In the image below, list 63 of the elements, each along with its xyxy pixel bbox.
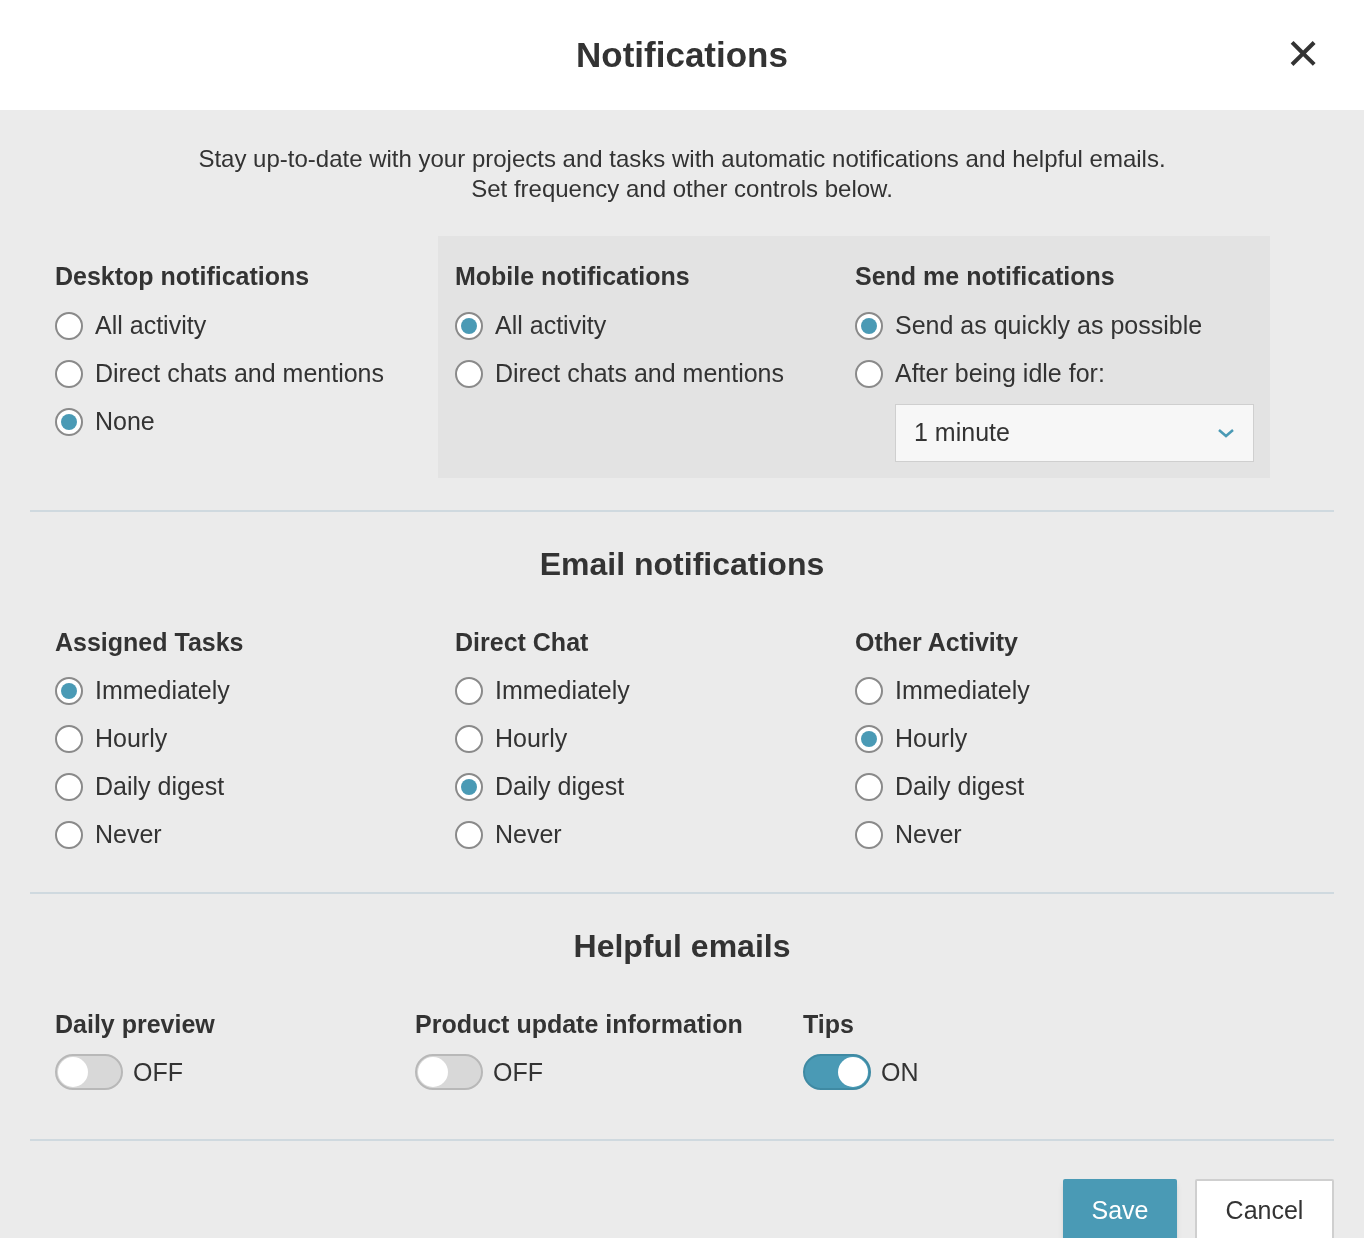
toggle-heading: Tips xyxy=(803,1009,855,1040)
radio-button[interactable] xyxy=(455,311,483,340)
cancel-button[interactable]: Cancel xyxy=(1195,1179,1334,1238)
group-heading: Mobile notifications xyxy=(455,261,691,292)
radio-button[interactable] xyxy=(455,725,483,753)
radio-button[interactable] xyxy=(55,821,83,849)
option-label[interactable]: All activity xyxy=(495,306,607,345)
radio-button[interactable] xyxy=(855,359,883,388)
option-label[interactable]: Direct chats and mentions xyxy=(95,354,385,393)
radio-button[interactable] xyxy=(455,359,483,388)
option-label[interactable]: Direct chats and mentions xyxy=(495,354,785,393)
radio-button[interactable] xyxy=(455,773,483,801)
option-label[interactable]: Hourly xyxy=(495,720,568,758)
toggle-state-label: OFF xyxy=(133,1056,183,1088)
radio-button[interactable] xyxy=(855,677,883,705)
option-label[interactable]: Never xyxy=(95,816,162,854)
radio-button[interactable] xyxy=(55,311,83,340)
radio-button[interactable] xyxy=(55,725,83,753)
close-button[interactable]: × xyxy=(1282,22,1324,84)
option-label[interactable]: Immediately xyxy=(895,672,1030,710)
toggle-switch[interactable] xyxy=(415,1054,483,1091)
toggle-switch[interactable] xyxy=(803,1054,871,1091)
toggle-switch[interactable] xyxy=(55,1054,123,1091)
option-label[interactable]: Never xyxy=(895,816,962,854)
radio-button[interactable] xyxy=(455,821,483,849)
toggle-state-label: ON xyxy=(881,1056,919,1088)
option-label[interactable]: None xyxy=(95,402,155,441)
toggle-heading: Daily preview xyxy=(55,1009,216,1040)
option-label[interactable]: Hourly xyxy=(895,720,968,758)
option-label[interactable]: All activity xyxy=(95,306,207,345)
option-label[interactable]: Send as quickly as possible xyxy=(895,306,1203,345)
option-label[interactable]: After being idle for: xyxy=(895,354,1105,393)
section-title: Email notifications xyxy=(538,544,826,584)
option-label[interactable]: Hourly xyxy=(95,720,168,758)
group-heading: Send me notifications xyxy=(855,261,1116,292)
radio-button[interactable] xyxy=(455,677,483,705)
idle-time-dropdown[interactable]: 1 minute xyxy=(895,403,1254,462)
intro-text: Set frequency and other controls below. xyxy=(471,174,893,204)
option-label[interactable]: Immediately xyxy=(95,672,230,710)
group-heading: Other Activity xyxy=(855,626,1019,658)
dialog-title: Notifications xyxy=(576,33,788,76)
section-title: Helpful emails xyxy=(572,927,792,966)
radio-button[interactable] xyxy=(855,725,883,753)
radio-button[interactable] xyxy=(855,311,883,340)
toggle-heading: Product update information xyxy=(415,1009,744,1040)
radio-button[interactable] xyxy=(55,407,83,436)
group-heading: Assigned Tasks xyxy=(55,626,245,658)
chevron-down-icon xyxy=(1217,426,1235,439)
radio-button[interactable] xyxy=(855,773,883,801)
option-label[interactable]: Immediately xyxy=(495,672,630,710)
dropdown-value: 1 minute xyxy=(914,416,1010,448)
radio-button[interactable] xyxy=(55,359,83,388)
group-heading: Direct Chat xyxy=(455,626,590,658)
radio-button[interactable] xyxy=(55,677,83,705)
toggle-state-label: OFF xyxy=(493,1056,543,1088)
intro-text: Stay up-to-date with your projects and tasks with automatic notifications and helpful emails. xyxy=(198,144,1166,174)
radio-button[interactable] xyxy=(55,773,83,801)
option-label[interactable]: Daily digest xyxy=(895,768,1025,806)
radio-button[interactable] xyxy=(855,821,883,849)
group-heading: Desktop notifications xyxy=(55,261,311,292)
option-label[interactable]: Daily digest xyxy=(495,768,625,806)
option-label[interactable]: Daily digest xyxy=(95,768,225,806)
option-label[interactable]: Never xyxy=(495,816,562,854)
